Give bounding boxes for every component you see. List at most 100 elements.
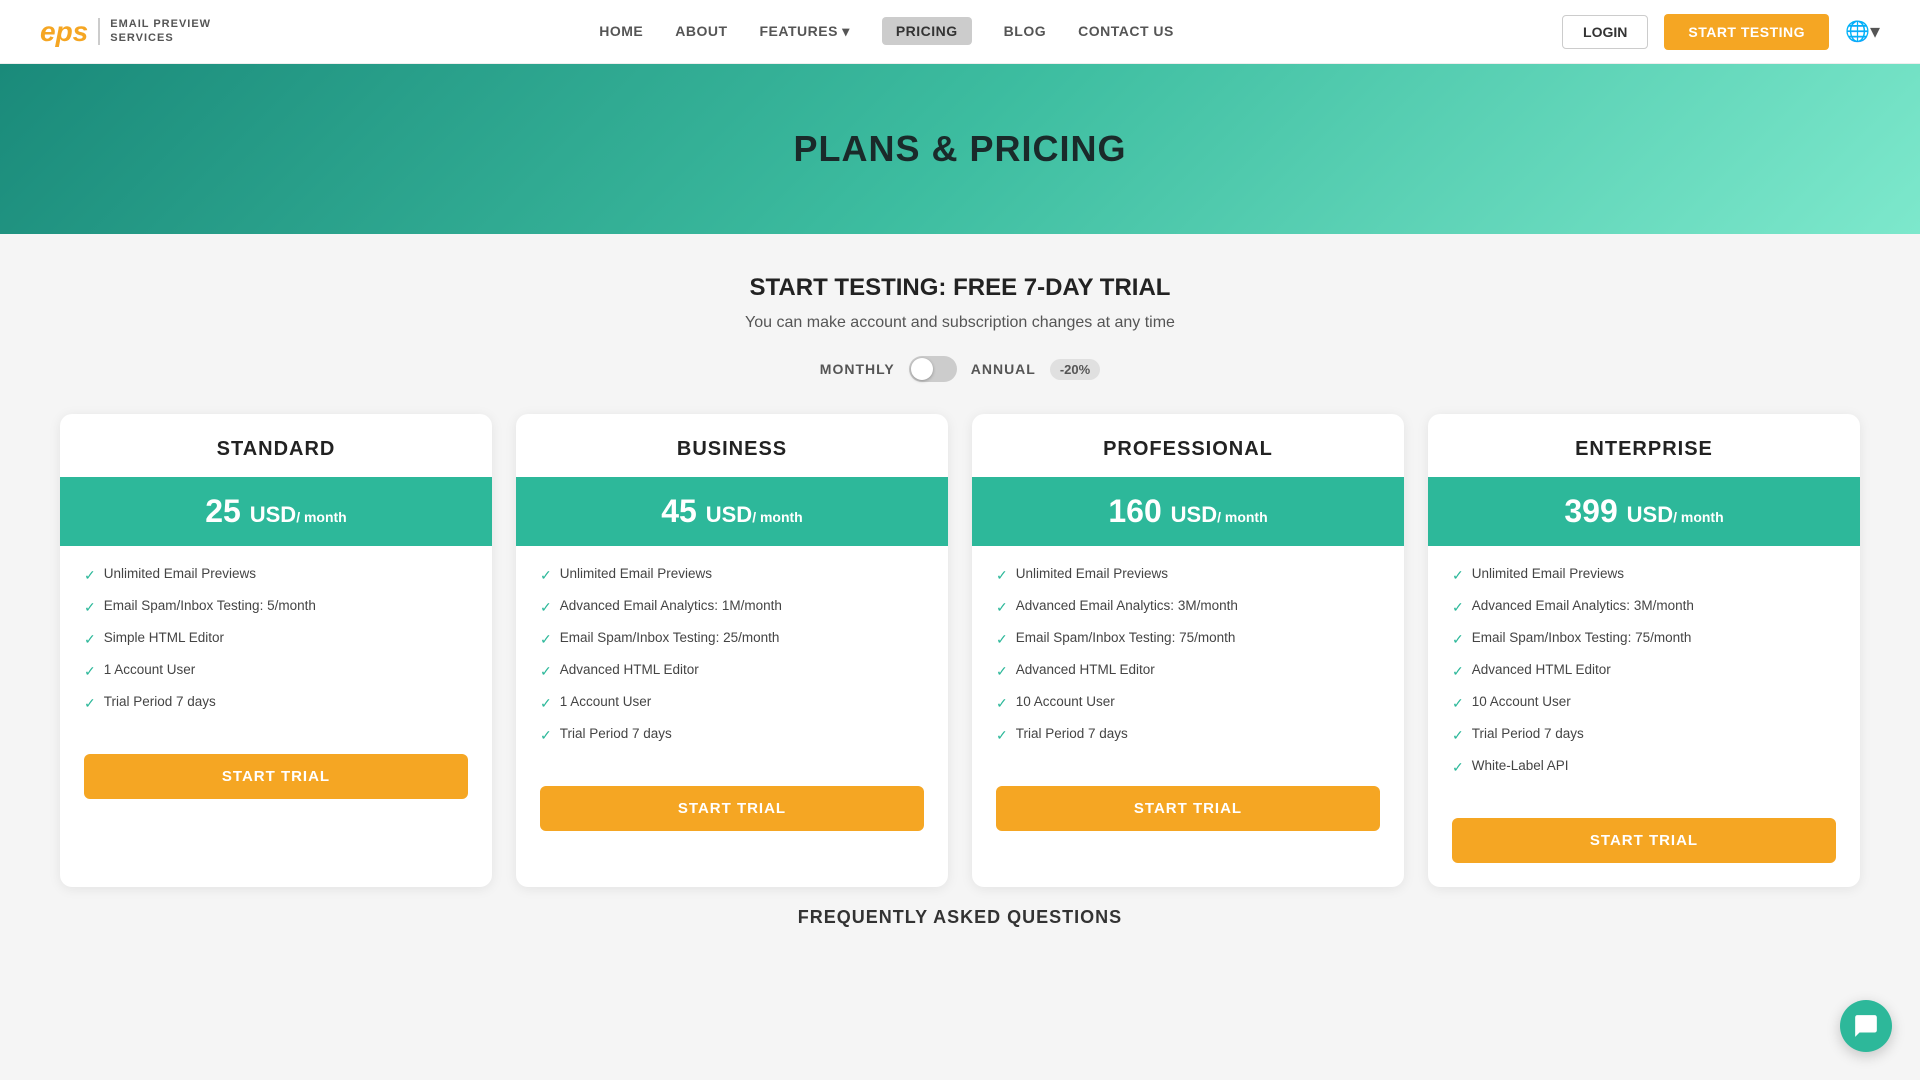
start-testing-button[interactable]: START TESTING — [1664, 14, 1829, 50]
plan-price-unit-professional: / month — [1217, 509, 1268, 525]
plan-card-professional: PROFESSIONAL160 USD/ month✓Unlimited Ema… — [972, 414, 1404, 887]
plan-feature-item: ✓Email Spam/Inbox Testing: 75/month — [996, 630, 1380, 648]
chat-bubble[interactable] — [1840, 1000, 1892, 1052]
plan-btn-wrap-business: START TRIAL — [516, 778, 948, 831]
plan-price-amount-standard: 25 USD — [205, 493, 296, 529]
check-icon: ✓ — [540, 599, 552, 616]
feature-text: Simple HTML Editor — [104, 630, 224, 645]
hero-overlay — [960, 64, 1920, 234]
nav-item-home[interactable]: HOME — [599, 23, 643, 41]
hero-banner: PLANS & PRICING — [0, 64, 1920, 234]
plan-feature-item: ✓ Unlimited Email Previews — [84, 566, 468, 584]
discount-badge: -20% — [1050, 359, 1100, 380]
plan-feature-item: ✓Advanced HTML Editor — [540, 662, 924, 680]
plan-title-business: BUSINESS — [516, 414, 948, 477]
feature-text: Trial Period 7 days — [560, 726, 672, 741]
feature-text: Unlimited Email Previews — [1472, 566, 1624, 581]
plan-feature-item: ✓ Email Spam/Inbox Testing: 5/month — [84, 598, 468, 616]
billing-toggle: MONTHLY ANNUAL -20% — [60, 356, 1860, 382]
check-icon: ✓ — [540, 695, 552, 712]
plan-feature-item: ✓Advanced HTML Editor — [996, 662, 1380, 680]
feature-text: Unlimited Email Previews — [104, 566, 256, 581]
plan-price-bar-enterprise: 399 USD/ month — [1428, 477, 1860, 546]
check-icon: ✓ — [1452, 663, 1464, 680]
check-icon: ✓ — [84, 663, 96, 680]
start-trial-button-professional[interactable]: START TRIAL — [996, 786, 1380, 831]
plan-btn-wrap-enterprise: START TRIAL — [1428, 810, 1860, 863]
check-icon: ✓ — [1452, 631, 1464, 648]
plan-feature-item: ✓ Trial Period 7 days — [996, 726, 1380, 744]
nav-item-contact[interactable]: CONTACT US — [1078, 23, 1174, 41]
plan-price-bar-standard: 25 USD/ month — [60, 477, 492, 546]
feature-text: 1 Account User — [104, 662, 196, 677]
plan-feature-item: ✓Simple HTML Editor — [84, 630, 468, 648]
check-icon: ✓ — [996, 567, 1008, 584]
plan-feature-item: ✓ White-Label API — [1452, 758, 1836, 776]
check-icon: ✓ — [84, 599, 96, 616]
check-icon: ✓ — [1452, 727, 1464, 744]
check-icon: ✓ — [84, 695, 96, 712]
billing-toggle-switch[interactable] — [909, 356, 957, 382]
nav-links: HOME ABOUT FEATURES ▾ PRICING BLOG CONTACT US — [599, 23, 1174, 41]
logo-icon: eps — [40, 16, 88, 48]
billing-annual-label: ANNUAL — [971, 361, 1036, 377]
nav-item-blog[interactable]: BLOG — [1004, 23, 1046, 41]
billing-monthly-label: MONTHLY — [820, 361, 895, 377]
toggle-knob — [911, 358, 933, 380]
check-icon: ✓ — [1452, 599, 1464, 616]
logo[interactable]: eps EMAIL PREVIEWSERVICES — [40, 16, 211, 48]
plan-feature-item: ✓ Advanced HTML Editor — [1452, 662, 1836, 680]
feature-text: Advanced Email Analytics: 3M/month — [1472, 598, 1694, 613]
plan-card-business: BUSINESS45 USD/ month✓Unlimited Email Pr… — [516, 414, 948, 887]
start-trial-button-business[interactable]: START TRIAL — [540, 786, 924, 831]
plan-feature-item: ✓ Advanced Email Analytics: 1M/month — [540, 598, 924, 616]
check-icon: ✓ — [996, 663, 1008, 680]
logo-text: EMAIL PREVIEWSERVICES — [98, 18, 211, 44]
translate-icon[interactable]: 🌐▾ — [1845, 19, 1880, 44]
plan-feature-item: ✓Trial Period 7 days — [540, 726, 924, 744]
plan-features-business: ✓ Unlimited Email Previews ✓ Advanced Email… — [516, 546, 948, 778]
check-icon: ✓ — [996, 631, 1008, 648]
start-trial-button-standard[interactable]: START TRIAL — [84, 754, 468, 799]
feature-text: White-Label API — [1472, 758, 1569, 773]
feature-text: Trial Period 7 days — [1016, 726, 1128, 741]
feature-text: Advanced HTML Editor — [1472, 662, 1611, 677]
plan-title-standard: STANDARD — [60, 414, 492, 477]
plan-price-unit-enterprise: / month — [1673, 509, 1724, 525]
plan-price-amount-enterprise: 399 USD — [1564, 493, 1673, 529]
plan-price-unit-business: / month — [752, 509, 803, 525]
plans-grid: STANDARD25 USD/ month✓Unlimited Email Pr… — [60, 414, 1860, 887]
plan-feature-item: ✓ Advanced Email Analytics: 3M/month — [1452, 598, 1836, 616]
plan-features-enterprise: ✓ Unlimited Email Previews ✓ Advanced Email… — [1428, 546, 1860, 810]
check-icon: ✓ — [996, 727, 1008, 744]
check-icon: ✓ — [540, 631, 552, 648]
check-icon: ✓ — [1452, 759, 1464, 776]
feature-text: Email Spam/Inbox Testing: 25/month — [560, 630, 780, 645]
nav-item-features[interactable]: FEATURES ▾ — [760, 23, 850, 41]
check-icon: ✓ — [84, 567, 96, 584]
plan-feature-item: ✓ Advanced Email Analytics: 3M/month — [996, 598, 1380, 616]
plan-card-enterprise: ENTERPRISE399 USD/ month✓Unlimited Email… — [1428, 414, 1860, 887]
plan-card-standard: STANDARD25 USD/ month ✓ Unlimited Email Pr… — [60, 414, 492, 887]
check-icon: ✓ — [540, 567, 552, 584]
check-icon: ✓ — [996, 695, 1008, 712]
pricing-subtext: You can make account and subscription ch… — [60, 314, 1860, 332]
feature-text: Advanced Email Analytics: 1M/month — [560, 598, 782, 613]
plan-features-professional: ✓Unlimited Email Previews✓Advanced Email… — [972, 546, 1404, 778]
nav-item-pricing[interactable]: PRICING — [882, 23, 972, 41]
plan-feature-item: ✓1 Account User — [540, 694, 924, 712]
login-button[interactable]: LOGIN — [1562, 15, 1648, 49]
nav-item-about[interactable]: ABOUT — [675, 23, 727, 41]
start-trial-button-enterprise[interactable]: START TRIAL — [1452, 818, 1836, 863]
plan-title-professional: PROFESSIONAL — [972, 414, 1404, 477]
feature-text: Email Spam/Inbox Testing: 5/month — [104, 598, 316, 613]
plan-feature-item: ✓ Unlimited Email Previews — [540, 566, 924, 584]
plan-feature-item: ✓Unlimited Email Previews — [996, 566, 1380, 584]
feature-text: Email Spam/Inbox Testing: 75/month — [1472, 630, 1692, 645]
check-icon: ✓ — [996, 599, 1008, 616]
pricing-header: START TESTING: FREE 7-DAY TRIAL You can … — [60, 274, 1860, 382]
nav-actions: LOGIN START TESTING 🌐▾ — [1562, 14, 1880, 50]
feature-text: Unlimited Email Previews — [560, 566, 712, 581]
feature-text: 10 Account User — [1472, 694, 1571, 709]
feature-text: Advanced Email Analytics: 3M/month — [1016, 598, 1238, 613]
